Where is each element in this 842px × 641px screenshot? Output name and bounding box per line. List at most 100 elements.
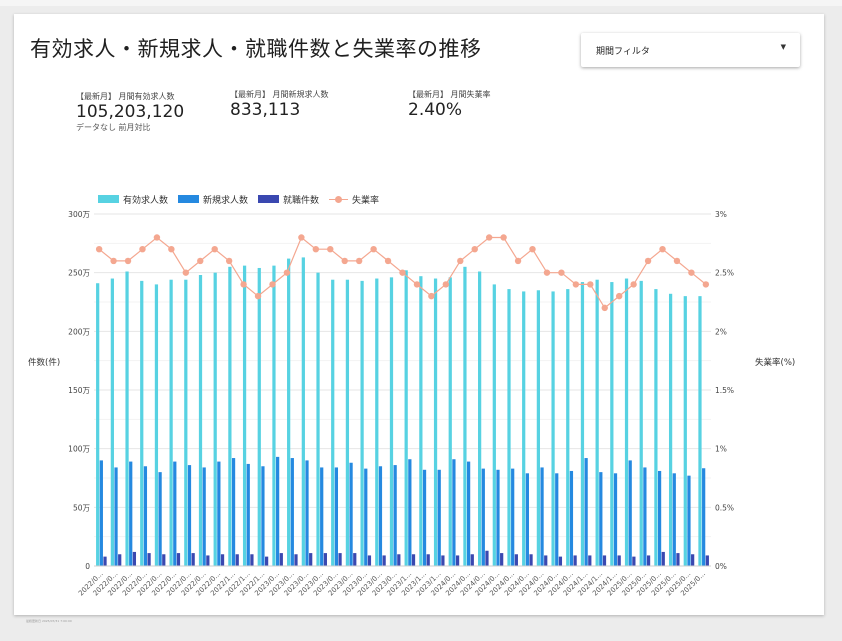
bar-3 [279,553,283,566]
bar-1 [345,279,350,566]
bar-2 [202,467,206,566]
unemployment-point [254,292,262,300]
unemployment-point [197,257,204,265]
unemployment-point [543,269,551,276]
right-tick-label: 3% [715,210,727,219]
bar-3 [353,553,357,566]
right-axis-title: 失業率(%) [755,358,796,368]
bar-3 [367,555,372,566]
top-bar [0,0,842,6]
unemployment-point [95,246,103,253]
bar-3 [411,554,416,566]
bar-2 [290,458,294,566]
bar-3 [632,556,636,566]
bar-2 [540,467,544,566]
right-tick-label: 2% [715,327,727,336]
bar-3 [529,554,533,566]
bar-1 [478,271,482,566]
bar-3 [441,555,445,566]
bar-2 [378,466,383,566]
bar-2 [173,461,177,566]
bar-1 [360,280,364,566]
bar-1 [257,267,261,566]
bar-2 [687,475,691,566]
left-tick-label: 150万 [68,386,90,395]
bar-2 [481,468,485,566]
bar-3 [676,553,680,566]
unemployment-point [384,257,392,265]
bar-2 [525,473,529,566]
bar-1 [125,271,129,566]
right-tick-label: 0% [715,562,727,571]
bar-2 [702,468,706,566]
bar-1 [228,266,232,566]
bar-1 [654,289,658,566]
bar-2 [496,469,500,566]
bar-3 [382,555,386,566]
right-tick-label: 1% [715,445,727,454]
bar-2 [187,465,192,566]
left-tick-label: 300万 [68,210,90,219]
left-tick-label: 250万 [68,269,90,278]
right-tick-label: 0.5% [715,503,734,512]
unemployment-point [298,234,305,241]
unemployment-point [659,246,666,253]
bar-1 [668,293,673,566]
bar-1 [507,289,511,566]
bar-3 [132,551,137,566]
bar-2 [422,469,427,566]
unemployment-point [399,269,406,276]
bar-3 [661,551,665,566]
bar-3 [162,554,166,566]
bar-3 [235,554,239,566]
bar-1 [492,284,496,566]
bar-3 [147,553,151,566]
bar-2 [628,460,632,566]
bar-2 [349,462,353,566]
bar-2 [452,459,456,566]
bar-2 [599,472,603,566]
bar-2 [334,467,339,566]
bar-2 [261,466,265,566]
unemployment-point [168,246,175,253]
bar-2 [555,473,559,566]
bar-1 [331,279,335,566]
bar-3 [264,556,269,566]
unemployment-point [644,257,652,265]
bar-3 [602,555,607,566]
bar-3 [544,555,548,566]
bar-1 [551,291,555,566]
bar-2 [114,467,118,566]
bar-1 [213,272,217,566]
bar-2 [569,470,574,566]
bar-3 [426,554,430,566]
unemployment-point [702,281,710,288]
right-tick-label: 2.5% [715,269,734,278]
unemployment-point [240,281,247,288]
bar-1 [419,276,423,566]
bar-3 [118,554,122,566]
bar-2 [217,461,221,566]
bar-3 [573,555,577,566]
bar-1 [242,265,247,566]
unemployment-point [500,234,507,241]
bar-2 [158,472,162,566]
bar-1 [287,258,291,566]
unemployment-point [211,246,218,253]
bar-1 [375,278,379,566]
unemployment-point [355,257,363,265]
bar-1 [433,278,438,566]
unemployment-point [428,292,435,300]
unemployment-point [182,269,190,276]
bar-1 [595,279,599,566]
bar-2 [466,461,471,566]
bar-2 [408,459,412,566]
bar-1 [154,284,159,566]
dashboard-card: 有効求人・新規求人・就職件数と失業率の推移 期間フィルタ ▼ 【最新月】 月間有… [14,14,824,615]
bar-3 [323,553,327,566]
unemployment-point [413,281,421,288]
bar-2 [657,470,662,566]
bar-1 [198,275,203,566]
bar-1 [404,270,408,566]
bar-2 [129,461,133,566]
